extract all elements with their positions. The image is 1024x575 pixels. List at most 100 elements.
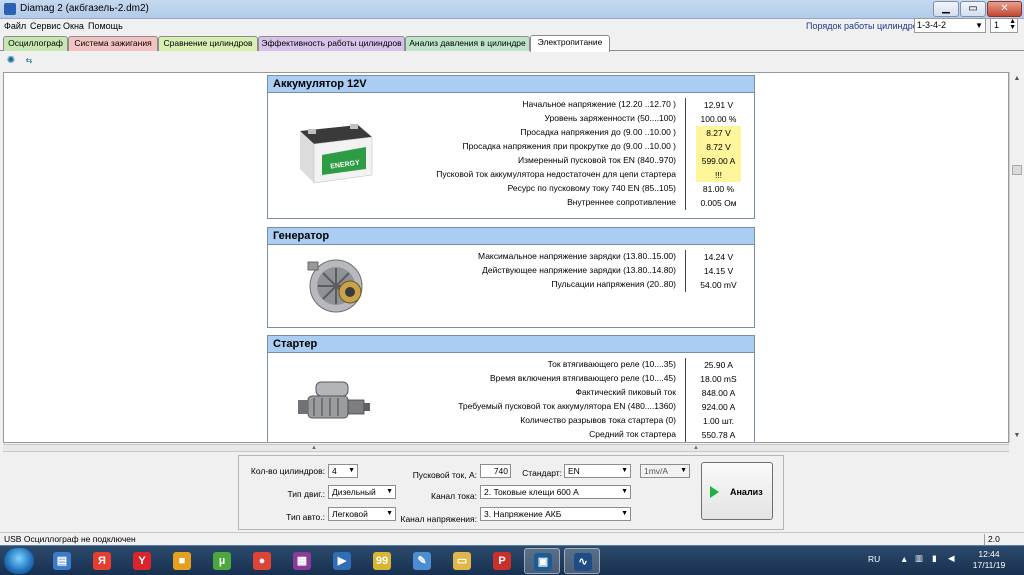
- cylinder-order-value: 1-3-4-2: [917, 20, 947, 30]
- battery-title: Аккумулятор 12V: [268, 76, 754, 93]
- taskbar-app-button[interactable]: ✎: [404, 548, 440, 574]
- standard-select[interactable]: EN ▼: [564, 464, 631, 478]
- taskbar-app-button[interactable]: ●: [244, 548, 280, 574]
- taskbar-app-button[interactable]: ■: [164, 548, 200, 574]
- utorrent-icon: µ: [213, 552, 231, 570]
- language-indicator[interactable]: RU: [868, 554, 880, 564]
- taskbar-app-button[interactable]: ∿: [564, 548, 600, 574]
- minimize-button[interactable]: ▁: [933, 1, 959, 17]
- cylinders-count-value: 4: [332, 466, 337, 476]
- analysis-settings-panel: Кол-во цилиндров: 4 ▼ Тип двиг.: Дизельны…: [238, 455, 784, 530]
- menu-file[interactable]: Файл: [4, 21, 26, 31]
- tab-cylinder-efficiency[interactable]: Эффективность работы цилиндров: [258, 36, 405, 51]
- generator-param-label: Максимальное напряжение зарядки (13.80..…: [478, 251, 676, 261]
- taskbar-app-button[interactable]: Y: [124, 548, 160, 574]
- scroll-thumb[interactable]: [1012, 165, 1022, 175]
- battery-param-label: Начальное напряжение (12.20 ..12.70 ): [522, 99, 676, 109]
- battery-param-label: Внутреннее сопротивление: [567, 197, 676, 207]
- starter-param-value: 848.00 A: [701, 388, 736, 398]
- diamag-window-icon: ▣: [534, 553, 552, 571]
- menu-windows[interactable]: Окна: [63, 21, 84, 31]
- scroll-down-icon[interactable]: ▼: [1012, 431, 1022, 441]
- engine-type-select[interactable]: Дизельный ▼: [328, 485, 396, 499]
- panel-splitter[interactable]: ▲ ▲: [3, 444, 1009, 452]
- splitter-arrow-icon: ▲: [693, 445, 699, 451]
- taskbar-app-button[interactable]: ▤: [44, 548, 80, 574]
- results-area: Аккумулятор 12V ENERGY Начальное напряже…: [3, 72, 1009, 443]
- engine-type-label: Тип двиг.:: [287, 489, 325, 499]
- tab-oscilloscope[interactable]: Осциллограф: [3, 36, 68, 51]
- tab-cylinder-comparison[interactable]: Сравнение цилиндров: [158, 36, 258, 51]
- connection-status: USB Осциллограф не подключен: [4, 534, 136, 544]
- yandex-icon: Я: [93, 552, 111, 570]
- battery-param-label: Измеренный пусковой ток EN (840..970): [518, 155, 676, 165]
- starter-title: Стартер: [268, 336, 754, 353]
- title-bar: Diamag 2 (акбгазель-2.dm2) ▁ ▭ ✕: [0, 0, 1024, 19]
- starter-panel: Стартер Ток втягивающего реле (10....35)…: [267, 335, 755, 442]
- start-button[interactable]: [4, 548, 34, 574]
- battery-param-label: Уровень заряженности (50....100): [544, 113, 677, 123]
- vertical-scrollbar[interactable]: ▲ ▼: [1009, 72, 1023, 443]
- tab-ignition-system[interactable]: Система зажигания: [68, 36, 158, 51]
- start-current-input[interactable]: 740: [480, 464, 511, 478]
- chevron-down-icon: ▼: [680, 467, 687, 474]
- taskbar-app-button[interactable]: ▦: [284, 548, 320, 574]
- battery-param-value: 599.00 A: [696, 154, 741, 168]
- toolbar: ✺ ⇆: [0, 52, 1024, 70]
- settings-gear-icon[interactable]: ✺: [4, 54, 18, 68]
- signal-icon[interactable]: ▮: [932, 553, 937, 564]
- battery-param-value: 12.91 V: [703, 100, 734, 110]
- tab-pressure-analysis[interactable]: Анализ давления в цилиндре: [405, 36, 530, 51]
- taskbar-app-button[interactable]: 99: [364, 548, 400, 574]
- tab-power-supply[interactable]: Электропитание: [530, 35, 610, 52]
- battery-param-label: Просадка напряжения при прокрутке до (9.…: [462, 141, 676, 151]
- standard-value: EN: [568, 466, 580, 476]
- chevron-down-icon: ▼: [386, 510, 393, 517]
- taskbar-app-button[interactable]: P: [484, 548, 520, 574]
- vehicle-type-select[interactable]: Легковой ▼: [328, 507, 396, 521]
- folder-icon: ▭: [453, 552, 471, 570]
- vehicle-type-value: Легковой: [332, 509, 368, 519]
- voltage-channel-label: Канал напряжения:: [400, 514, 478, 524]
- tray-expand-icon[interactable]: ▲: [900, 554, 908, 564]
- taskbar-app-button[interactable]: ▭: [444, 548, 480, 574]
- volume-icon[interactable]: ◀: [948, 553, 955, 564]
- battery-param-value: 8.72 V: [696, 140, 741, 154]
- analyze-button[interactable]: Анализ: [701, 462, 773, 520]
- chevron-down-icon: ▼: [621, 510, 628, 517]
- voltage-channel-value: 3. Напряжение АКБ: [484, 509, 562, 519]
- starter-param-value: 550.78 A: [701, 430, 736, 440]
- menu-help[interactable]: Помощь: [88, 21, 123, 31]
- taskbar-app-button[interactable]: µ: [204, 548, 240, 574]
- starter-param-label: Средний ток стартера: [589, 429, 676, 439]
- spinner-arrows-icon[interactable]: ▲ ▼: [1009, 18, 1016, 31]
- battery-panel: Аккумулятор 12V ENERGY Начальное напряже…: [267, 75, 755, 219]
- menu-service[interactable]: Сервис: [30, 21, 61, 31]
- network-icon[interactable]: ▥: [915, 553, 923, 564]
- taskbar-app-button[interactable]: ▶: [324, 548, 360, 574]
- taskbar-app-button[interactable]: ▣: [524, 548, 560, 574]
- voltage-channel-select[interactable]: 3. Напряжение АКБ ▼: [480, 507, 631, 521]
- clock-time: 12:44: [978, 549, 1000, 559]
- cylinders-count-select[interactable]: 4 ▼: [328, 464, 358, 478]
- clock-date: 17/11/19: [972, 560, 1006, 570]
- cylinder-number-spinner[interactable]: 1 ▲ ▼: [990, 18, 1018, 33]
- taskbar-app-button[interactable]: Я: [84, 548, 120, 574]
- explorer-icon: ▤: [53, 552, 71, 570]
- generator-title: Генератор: [268, 228, 754, 245]
- app-icon: [4, 3, 16, 15]
- media-player-icon: ▶: [333, 552, 351, 570]
- chevron-down-icon: ▼: [975, 21, 983, 30]
- close-button[interactable]: ✕: [987, 1, 1022, 17]
- scroll-up-icon[interactable]: ▲: [1012, 74, 1022, 84]
- system-clock[interactable]: 12:44 17/11/19: [966, 549, 1012, 571]
- generator-panel: Генератор Максимальное напряжение зарядк…: [267, 227, 755, 328]
- channel-config-icon[interactable]: ⇆: [22, 54, 36, 68]
- cylinder-order-select[interactable]: 1-3-4-2 ▼: [914, 18, 986, 33]
- starter-param-label: Фактический пиковый ток: [575, 387, 677, 397]
- current-channel-select[interactable]: 2. Токовые клещи 600 А ▼: [480, 485, 631, 499]
- scale-select[interactable]: 1mv/A ▼: [640, 464, 690, 478]
- maximize-button[interactable]: ▭: [960, 1, 986, 17]
- chevron-down-icon: ▼: [621, 488, 628, 495]
- battery-param-value: 8.27 V: [696, 126, 741, 140]
